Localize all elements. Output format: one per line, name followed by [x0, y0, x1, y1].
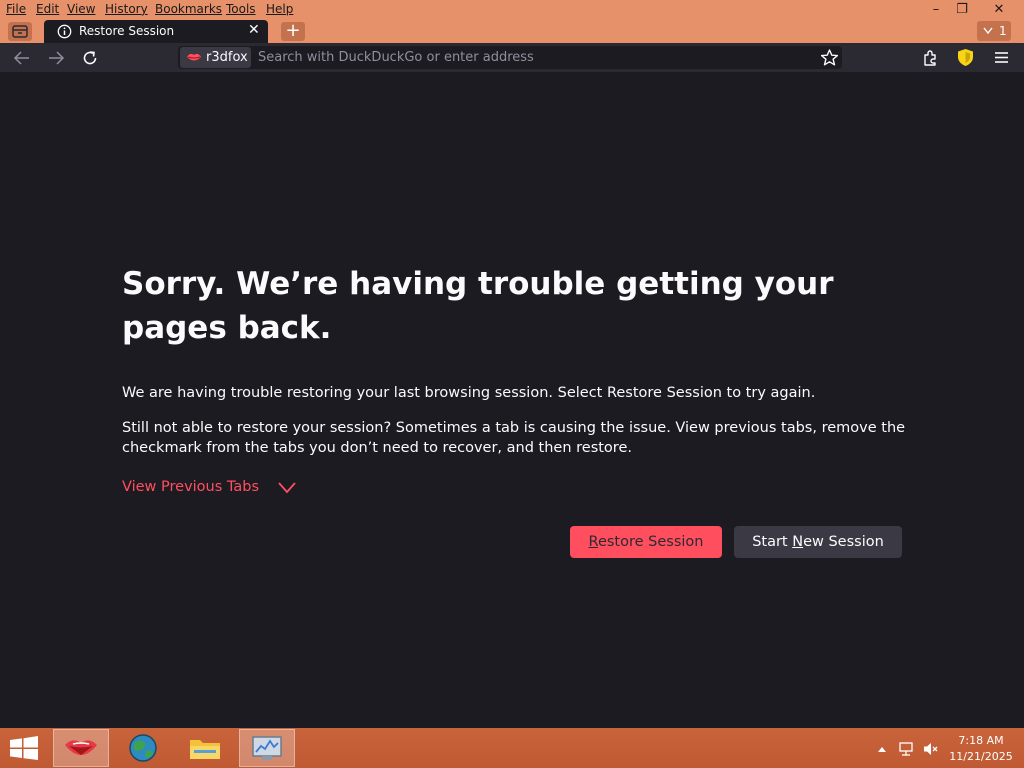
address-input[interactable] — [258, 47, 798, 68]
windows-start-icon[interactable] — [8, 735, 40, 761]
volume-muted-icon[interactable] — [922, 741, 938, 757]
tab-close-icon[interactable]: ✕ — [248, 22, 260, 38]
chevron-down-icon[interactable] — [277, 481, 297, 495]
menu-tools[interactable]: Tools — [226, 2, 256, 16]
restore-window-button[interactable]: ❐ — [945, 0, 979, 20]
r3dfox-lips-icon — [187, 53, 201, 61]
clock-date: 11/21/2025 — [949, 750, 1013, 763]
clock-time: 7:18 AM — [958, 734, 1004, 747]
reload-icon[interactable] — [80, 48, 100, 68]
identity-label: r3dfox — [206, 50, 248, 65]
firefox-view-icon — [12, 25, 28, 38]
tray-expand-icon[interactable] — [877, 745, 887, 753]
restore-accel-key: R — [588, 534, 598, 550]
new-tab-button[interactable]: + — [281, 22, 305, 41]
firefox-view-button[interactable] — [8, 22, 32, 41]
taskbar-browser[interactable] — [115, 729, 171, 767]
list-all-tabs-button[interactable]: 1 — [977, 21, 1011, 41]
new-session-accel-key: N — [792, 534, 804, 550]
extensions-puzzle-icon[interactable] — [921, 48, 940, 67]
chevron-down-icon — [983, 27, 993, 35]
clock[interactable]: 7:18 AM 11/21/2025 — [944, 733, 1018, 765]
taskbar-task-manager[interactable] — [239, 729, 295, 767]
menu-edit[interactable]: Edit — [36, 2, 59, 16]
monitor-chart-icon — [252, 736, 282, 760]
info-icon — [57, 24, 72, 39]
menu-help[interactable]: Help — [266, 2, 293, 16]
forward-arrow-icon[interactable] — [46, 48, 66, 68]
restore-button-label: estore Session — [597, 534, 704, 550]
menu-file[interactable]: File — [6, 2, 26, 16]
hamburger-menu-icon[interactable] — [992, 48, 1011, 67]
back-arrow-icon[interactable] — [12, 48, 32, 68]
page-title: Sorry. We’re having trouble getting your… — [122, 266, 834, 346]
r3dfox-app-icon — [65, 740, 97, 755]
ublock-shield-icon[interactable] — [956, 47, 975, 68]
star-bookmark-icon[interactable] — [820, 48, 839, 67]
new-session-label-rest: ew Session — [803, 534, 884, 550]
menu-bar: File Edit View History Bookmarks Tools H… — [0, 0, 1024, 20]
error-description: We are having trouble restoring your las… — [122, 385, 816, 401]
tab-label: Restore Session — [79, 24, 175, 38]
close-window-button[interactable]: ✕ — [982, 0, 1016, 20]
error-help-text: Still not able to restore your session? … — [122, 420, 906, 456]
view-previous-tabs-link[interactable]: View Previous Tabs — [122, 479, 259, 495]
restore-session-button[interactable]: Restore Session — [570, 526, 722, 558]
taskbar-file-explorer[interactable] — [177, 729, 233, 767]
globe-app-icon — [129, 734, 157, 762]
menu-history[interactable]: History — [105, 2, 148, 16]
tab-count-label: 1 — [999, 24, 1007, 38]
menu-view[interactable]: View — [67, 2, 95, 16]
folder-icon — [190, 740, 220, 759]
menu-bookmarks[interactable]: Bookmarks — [155, 2, 222, 16]
network-icon[interactable] — [898, 741, 914, 757]
new-session-label-start: Start — [752, 534, 793, 550]
start-new-session-button[interactable]: Start New Session — [734, 526, 902, 558]
taskbar-r3dfox[interactable] — [53, 729, 109, 767]
